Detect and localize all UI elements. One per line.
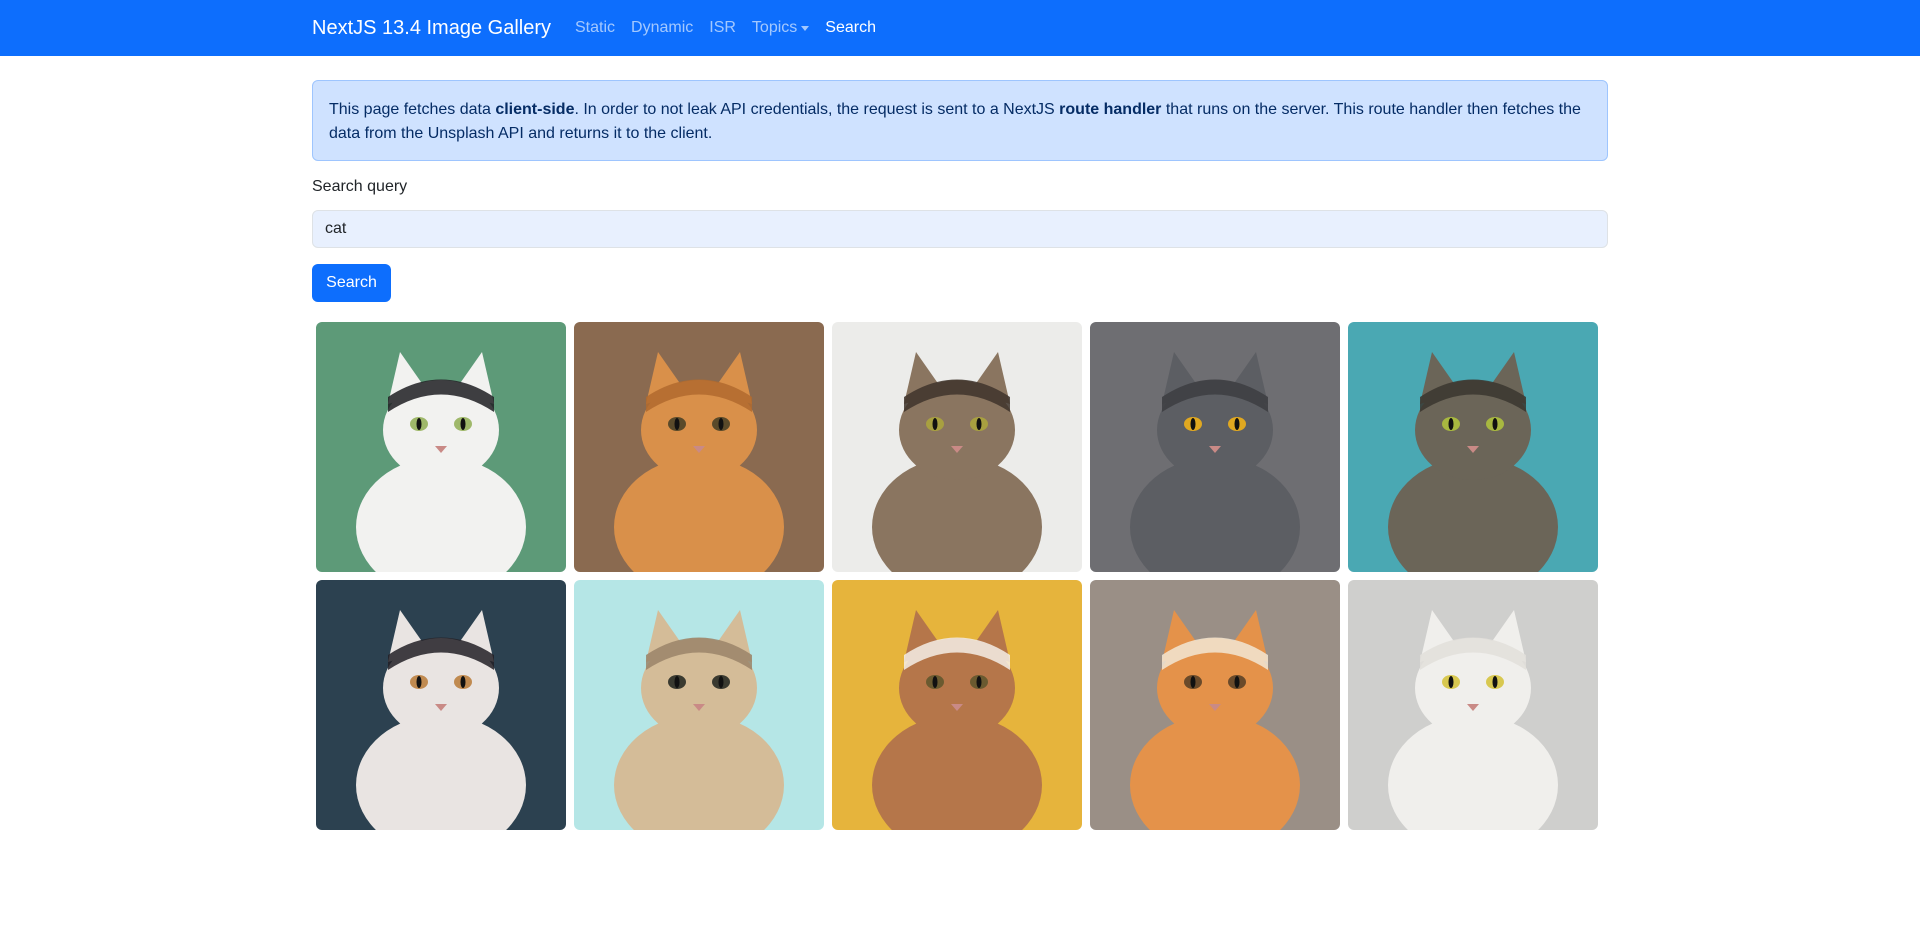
result-image[interactable]	[832, 580, 1082, 830]
result-image[interactable]	[1090, 322, 1340, 572]
alert-bold-client-side: client-side	[495, 101, 575, 118]
nav-link-isr[interactable]: ISR	[709, 19, 736, 37]
nav-dropdown-topics-label: Topics	[751, 19, 798, 36]
nav-link-search[interactable]: Search	[825, 19, 876, 37]
top-navbar: NextJS 13.4 Image Gallery Static Dynamic…	[0, 0, 1920, 56]
result-image[interactable]	[574, 580, 824, 830]
caret-down-icon	[801, 25, 810, 31]
nav-link-dynamic[interactable]: Dynamic	[631, 19, 693, 37]
alert-bold-route-handler: route handler	[1059, 101, 1162, 118]
alert-text-1: This page fetches data	[329, 101, 496, 118]
nav-dropdown-topics[interactable]: Topics	[751, 19, 810, 37]
search-input[interactable]	[312, 210, 1608, 248]
result-image[interactable]	[1348, 580, 1598, 830]
result-image[interactable]	[574, 322, 824, 572]
result-image[interactable]	[1348, 322, 1598, 572]
brand-link[interactable]: NextJS 13.4 Image Gallery	[312, 17, 551, 40]
navbar-content: NextJS 13.4 Image Gallery Static Dynamic…	[312, 0, 892, 56]
result-image[interactable]	[316, 580, 566, 830]
result-image[interactable]	[1090, 580, 1340, 830]
info-alert: This page fetches data client-side. In o…	[312, 80, 1608, 161]
alert-text-2: . In order to not leak API credentials, …	[574, 101, 1060, 118]
search-query-label: Search query	[312, 178, 408, 195]
search-button[interactable]: Search	[312, 264, 391, 302]
nav-link-static[interactable]: Static	[575, 19, 615, 37]
result-image[interactable]	[832, 322, 1082, 572]
result-image[interactable]	[316, 322, 566, 572]
